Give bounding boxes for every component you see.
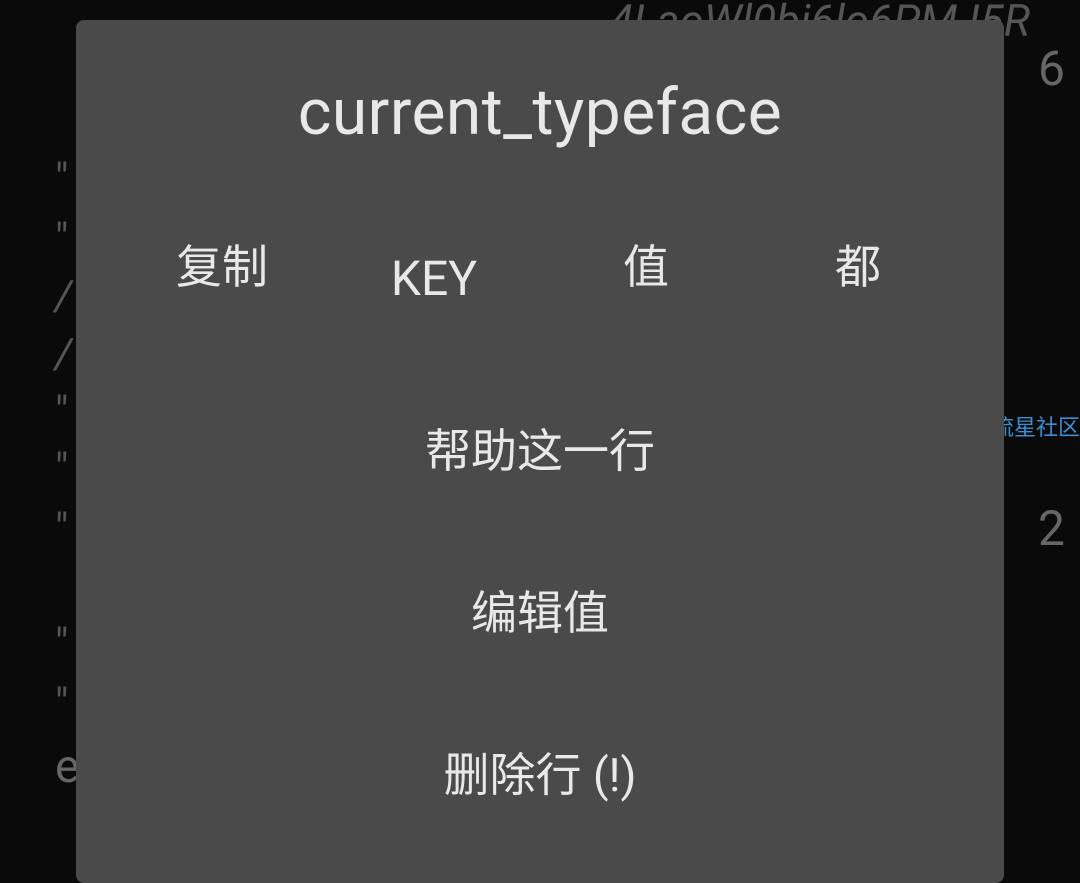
edit-value-button[interactable]: 编辑值 [76,529,1004,691]
copy-all-option[interactable]: 都 [752,231,964,297]
help-row-button[interactable]: 帮助这一行 [76,367,1004,529]
modal-title: current_typeface [76,20,1004,220]
copy-options-row: 复制 KEY 值 都 [76,220,1004,367]
copy-value-option[interactable]: 值 [540,231,752,297]
delete-row-button[interactable]: 删除行 (!) [76,691,1004,853]
context-menu-modal: current_typeface 复制 KEY 值 都 帮助这一行 编辑值 删除… [76,20,1004,883]
copy-key-option[interactable]: KEY [328,220,540,307]
modal-overlay: current_typeface 复制 KEY 值 都 帮助这一行 编辑值 删除… [0,0,1080,836]
copy-label[interactable]: 复制 [116,231,328,297]
